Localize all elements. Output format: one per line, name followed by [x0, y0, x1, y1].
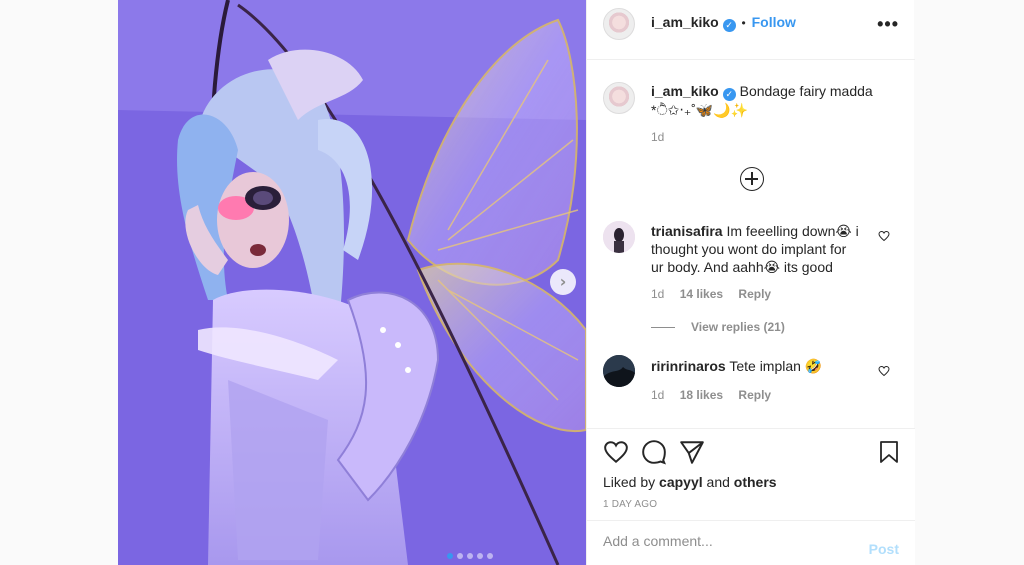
comment-composer: Post	[587, 520, 915, 565]
photo-illustration	[118, 0, 586, 565]
bookmark-icon[interactable]	[877, 439, 901, 465]
post-header: i_am_kiko ✓ • Follow •••	[587, 0, 915, 60]
comment-body: trianisafira Im feeelling down😭 i though…	[651, 222, 861, 276]
comment-likes[interactable]: 14 likes	[680, 287, 723, 301]
follow-button[interactable]: Follow	[752, 14, 796, 30]
caption-time: 1d	[651, 130, 665, 144]
more-options-icon[interactable]: •••	[877, 14, 899, 35]
comment-likes[interactable]: 18 likes	[680, 388, 723, 402]
likes-and: and	[706, 474, 730, 490]
comment-avatar[interactable]	[603, 221, 635, 253]
carousel-dot	[487, 553, 493, 559]
heart-icon[interactable]	[603, 439, 629, 465]
comment-avatar[interactable]	[603, 355, 635, 387]
comment-text: Tete implan 🤣	[729, 358, 823, 374]
post-timestamp[interactable]: 1 DAY AGO	[603, 499, 657, 510]
carousel-dot	[447, 553, 453, 559]
comment-time: 1d	[651, 287, 665, 301]
carousel-dots	[447, 553, 493, 559]
caption: i_am_kiko ✓ Bondage fairy madda *ੈ✩‧₊˚🦋🌙✨	[651, 82, 891, 119]
avatar-image	[604, 83, 634, 113]
view-replies-button[interactable]: View replies (21)	[651, 320, 785, 334]
likes-summary: Liked by capyyl and others	[603, 474, 777, 490]
comment-username[interactable]: ririnrinaros	[651, 358, 726, 374]
comment-username[interactable]: trianisafira	[651, 223, 723, 239]
avatar-image	[604, 9, 634, 39]
post-author: i_am_kiko ✓ • Follow	[651, 14, 796, 32]
comment-time: 1d	[651, 388, 665, 402]
instagram-post-view: › i_am_kiko ✓ • Follow ••• i_am_kiko ✓ Bo…	[0, 0, 1024, 565]
heart-icon[interactable]	[878, 365, 890, 377]
reply-button[interactable]: Reply	[738, 388, 771, 402]
comment-bubble-icon[interactable]	[641, 439, 667, 465]
carousel-dot	[457, 553, 463, 559]
likes-others-link[interactable]: others	[734, 474, 777, 490]
carousel-next-button[interactable]: ›	[550, 269, 576, 295]
separator: •	[741, 16, 746, 30]
caption-avatar[interactable]	[603, 82, 635, 114]
likes-prefix: Liked by	[603, 474, 656, 490]
paper-plane-icon[interactable]	[679, 439, 705, 465]
view-replies-label: View replies (21)	[691, 320, 785, 334]
post-photo[interactable]	[118, 0, 586, 565]
chevron-right-icon: ›	[559, 272, 567, 291]
carousel-dot	[477, 553, 483, 559]
reply-button[interactable]: Reply	[738, 287, 771, 301]
carousel-dot	[467, 553, 473, 559]
divider-line	[651, 326, 675, 328]
post-side-panel: i_am_kiko ✓ • Follow ••• i_am_kiko ✓ Bond…	[586, 0, 915, 565]
avatar-image	[603, 221, 635, 253]
avatar-image	[603, 355, 635, 387]
comment-meta: 1d 14 likes Reply	[651, 287, 771, 301]
username-link[interactable]: i_am_kiko	[651, 14, 719, 30]
plus-circle-icon[interactable]	[740, 167, 764, 191]
verified-badge-icon: ✓	[722, 19, 736, 32]
comment-meta: 1d 18 likes Reply	[651, 388, 771, 402]
post-actions: Liked by capyyl and others 1 DAY AGO	[587, 428, 915, 520]
avatar[interactable]	[603, 8, 635, 40]
liker-username[interactable]: capyyl	[659, 474, 703, 490]
comment-input[interactable]	[603, 533, 853, 549]
comment-body: ririnrinaros Tete implan 🤣	[651, 357, 861, 375]
heart-icon[interactable]	[878, 230, 890, 242]
verified-badge-icon: ✓	[722, 88, 736, 101]
caption-username[interactable]: i_am_kiko	[651, 83, 719, 99]
post-comment-button[interactable]: Post	[869, 541, 899, 557]
